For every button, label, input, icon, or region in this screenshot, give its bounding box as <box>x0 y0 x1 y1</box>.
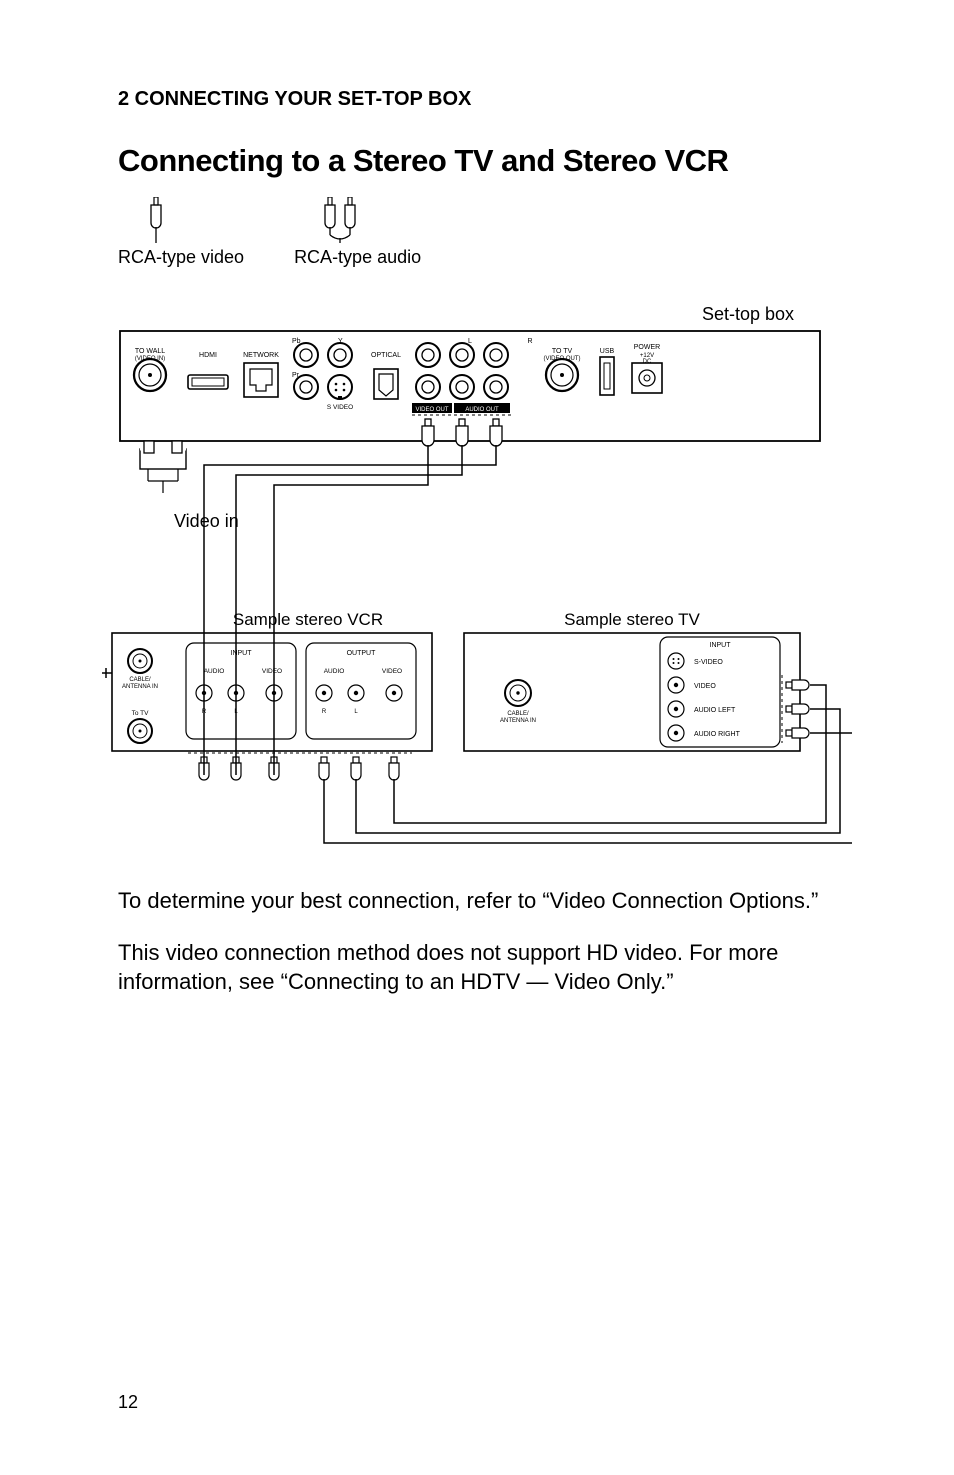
paragraph-2: This video connection method does not su… <box>118 938 836 997</box>
port-pr-label: Pr <box>292 372 300 379</box>
port-network-label: NETWORK <box>243 352 279 359</box>
svg-text:INPUT: INPUT <box>231 650 253 657</box>
main-title: Connecting to a Stereo TV and Stereo VCR <box>118 143 836 179</box>
svg-text:(VIDEO IN): (VIDEO IN) <box>135 356 165 362</box>
svg-text:DC: DC <box>643 359 652 365</box>
svg-text:VIDEO: VIDEO <box>262 668 282 675</box>
audio-out-strip: AUDIO OUT <box>465 407 499 413</box>
rca-single-plug-icon <box>146 197 166 243</box>
rca-double-plug-icon <box>322 197 360 243</box>
port-to-wall-label: TO WALL <box>135 348 165 355</box>
svg-text:ANTENNA IN: ANTENNA IN <box>122 684 158 690</box>
section-header: 2 CONNECTING YOUR SET-TOP BOX <box>118 88 836 111</box>
svg-text:AUDIO: AUDIO <box>204 668 225 675</box>
vcr-title: Sample stereo VCR <box>233 610 383 629</box>
port-y-label: Y <box>338 338 343 345</box>
svg-text:To TV: To TV <box>132 710 150 717</box>
svg-text:ANTENNA IN: ANTENNA IN <box>500 718 536 724</box>
port-to-tv-label: TO TV <box>552 348 573 355</box>
svg-text:R: R <box>322 709 327 715</box>
video-in-label: Video in <box>174 511 239 531</box>
rca-video-legend: RCA-type video <box>118 197 244 268</box>
svg-text:OUTPUT: OUTPUT <box>347 650 377 657</box>
port-power-label: POWER <box>634 344 660 351</box>
svg-text:(VIDEO OUT): (VIDEO OUT) <box>544 356 581 362</box>
svg-text:CABLE/: CABLE/ <box>507 711 529 717</box>
svg-text:CABLE/: CABLE/ <box>129 677 151 683</box>
rca-video-label: RCA-type video <box>118 247 244 268</box>
port-svideo-label: S VIDEO <box>327 404 353 411</box>
settop-label: Set-top box <box>92 304 794 325</box>
wiring-diagram: Set-top box TO WALL (VIDEO IN) HDMI NETW… <box>92 304 812 852</box>
svg-text:S-VIDEO: S-VIDEO <box>694 659 723 666</box>
svg-text:INPUT: INPUT <box>710 642 732 649</box>
svg-text:VIDEO: VIDEO <box>694 683 716 690</box>
port-hdmi-label: HDMI <box>199 352 217 359</box>
diagram-svg: TO WALL (VIDEO IN) HDMI NETWORK Pb Y Pr … <box>92 327 852 847</box>
port-r-label: R <box>527 338 532 345</box>
port-optical-label: OPTICAL <box>371 352 401 359</box>
video-out-strip: VIDEO OUT <box>415 407 448 413</box>
svg-text:L: L <box>354 709 358 715</box>
paragraph-1: To determine your best connection, refer… <box>118 886 836 916</box>
rca-audio-label: RCA-type audio <box>294 247 421 268</box>
port-pb-label: Pb <box>292 338 301 345</box>
page-number: 12 <box>118 1392 138 1413</box>
svg-text:VIDEO: VIDEO <box>382 668 402 675</box>
cable-legend: RCA-type video RCA-type audio <box>118 197 836 268</box>
svg-text:AUDIO LEFT: AUDIO LEFT <box>694 707 736 714</box>
svg-text:AUDIO RIGHT: AUDIO RIGHT <box>694 731 741 738</box>
port-usb-label: USB <box>600 348 615 355</box>
rca-audio-legend: RCA-type audio <box>294 197 421 268</box>
svg-text:AUDIO: AUDIO <box>324 668 345 675</box>
tv-title: Sample stereo TV <box>564 610 700 629</box>
